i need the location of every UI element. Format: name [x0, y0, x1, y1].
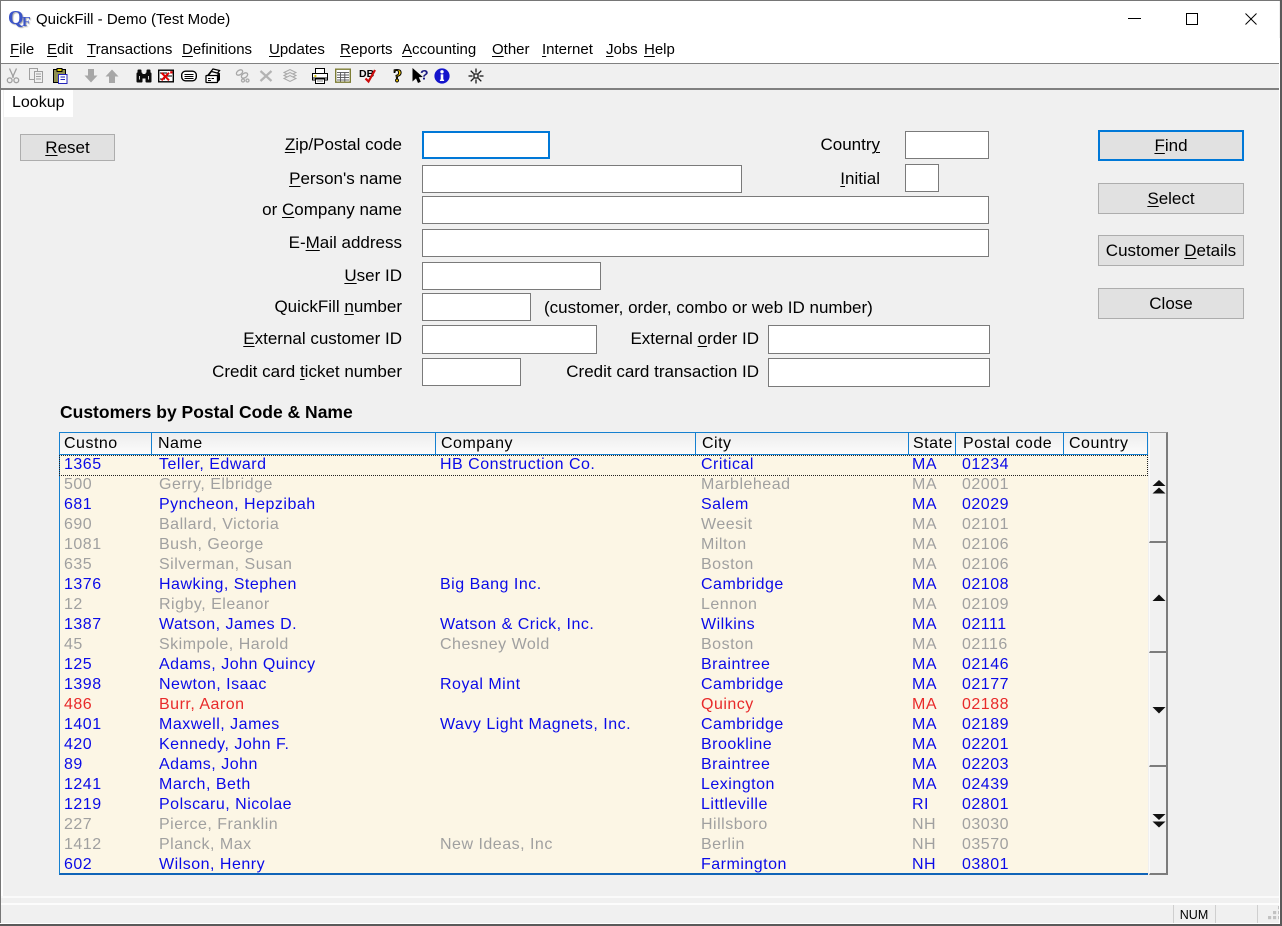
svg-text:?: ? [393, 68, 402, 84]
svg-text:?: ? [420, 68, 428, 83]
